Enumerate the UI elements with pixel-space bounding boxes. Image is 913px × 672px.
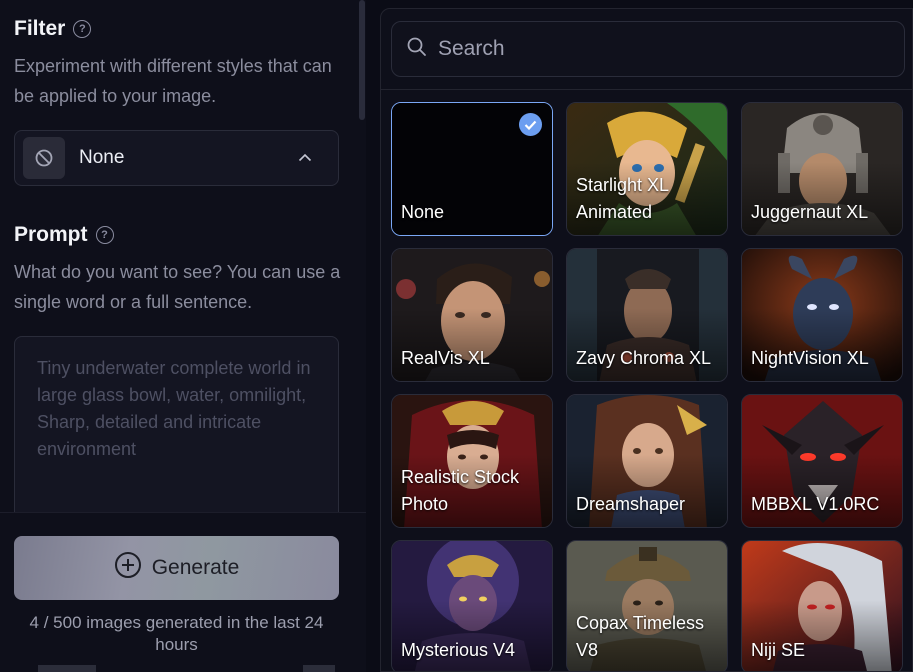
style-card-none[interactable]: None: [391, 102, 553, 236]
style-card-copax-timeless-v8[interactable]: Copax Timeless V8: [566, 540, 728, 671]
style-card-nightvision-xl[interactable]: NightVision XL: [741, 248, 903, 382]
search-icon: [406, 36, 428, 63]
generate-footer: Generate 4 / 500 images generated in the…: [0, 512, 366, 672]
usage-counter: 4 / 500 images generated in the last 24 …: [29, 613, 324, 654]
search-divider: [381, 89, 912, 90]
style-name: Realistic Stock Photo: [401, 467, 520, 514]
prompt-title: Prompt: [14, 223, 88, 246]
style-name: Copax Timeless V8: [576, 613, 705, 660]
style-card-starlight-xl-animated[interactable]: Starlight XL Animated: [566, 102, 728, 236]
style-name: Dreamshaper: [576, 494, 686, 514]
no-filter-icon: [23, 137, 65, 179]
settings-panel: Filter ? Experiment with different style…: [0, 0, 366, 672]
prompt-help-icon[interactable]: ?: [95, 226, 114, 244]
filter-heading: Filter ?: [14, 17, 92, 41]
filter-help-icon[interactable]: ?: [73, 20, 92, 38]
style-card-juggernaut-xl[interactable]: Juggernaut XL: [741, 102, 903, 236]
style-name: MBBXL V1.0RC: [751, 494, 880, 514]
checkmark-icon: [519, 113, 542, 136]
style-grid: None Starlight XL Animated Juggernaut XL…: [391, 102, 903, 671]
style-name: Starlight XL Animated: [576, 175, 669, 222]
style-name: Niji SE: [751, 640, 806, 660]
prompt-heading: Prompt ?: [14, 223, 114, 247]
prompt-input[interactable]: Tiny underwater complete world in large …: [14, 336, 339, 512]
filter-title: Filter: [14, 17, 66, 40]
filter-selected-value: None: [79, 147, 125, 168]
style-name: Juggernaut XL: [751, 202, 869, 222]
chevron-up-icon: [298, 149, 312, 167]
plus-circle-icon: [114, 551, 142, 585]
style-card-mbbxl[interactable]: MBBXL V1.0RC: [741, 394, 903, 528]
style-name: None: [401, 202, 445, 222]
prompt-description: What do you want to see? You can use a s…: [14, 262, 341, 312]
style-card-realistic-stock-photo[interactable]: Realistic Stock Photo: [391, 394, 553, 528]
generate-label: Generate: [151, 556, 240, 579]
filter-description: Experiment with different styles that ca…: [14, 56, 332, 106]
generate-button[interactable]: Generate: [14, 536, 339, 600]
filter-select[interactable]: None: [14, 130, 339, 186]
style-card-zavy-chroma-xl[interactable]: Zavy Chroma XL: [566, 248, 728, 382]
settings-scrollbar-thumb[interactable]: [359, 0, 365, 120]
style-name: Mysterious V4: [401, 640, 516, 660]
footer-hidden-control: [303, 665, 335, 672]
style-card-mysterious-v4[interactable]: Mysterious V4: [391, 540, 553, 671]
settings-scroll-area[interactable]: Filter ? Experiment with different style…: [0, 0, 358, 512]
style-card-dreamshaper[interactable]: Dreamshaper: [566, 394, 728, 528]
style-name: Zavy Chroma XL: [576, 348, 712, 368]
app-root: Filter ? Experiment with different style…: [0, 0, 913, 672]
style-card-realvis-xl[interactable]: RealVis XL: [391, 248, 553, 382]
style-name: NightVision XL: [751, 348, 869, 368]
style-name: RealVis XL: [401, 348, 490, 368]
footer-hidden-control: [38, 665, 96, 672]
style-search[interactable]: [391, 21, 905, 77]
search-input[interactable]: [438, 37, 878, 61]
settings-scrollbar[interactable]: [358, 0, 366, 512]
style-card-niji-se[interactable]: Niji SE: [741, 540, 903, 671]
style-picker-panel: None Starlight XL Animated: [380, 8, 913, 672]
